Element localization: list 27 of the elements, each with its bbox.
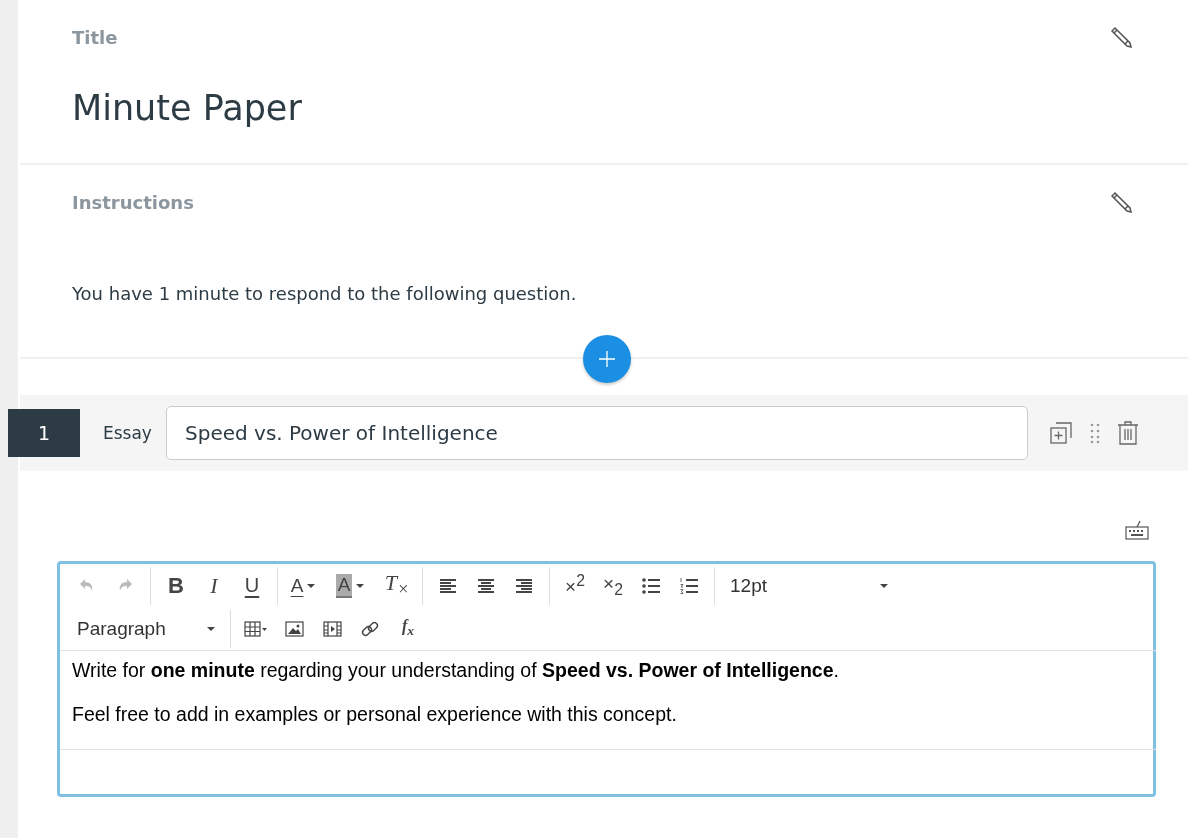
duplicate-icon[interactable] — [1048, 420, 1074, 446]
formula-button[interactable]: f$_{x}$ — [392, 612, 424, 645]
superscript-button[interactable]: ×$^{2}$ — [559, 569, 591, 602]
dropdown[interactable]: 12pt — [724, 569, 894, 602]
subscript-button[interactable]: ×$_{2}$ — [597, 569, 629, 602]
dropdown[interactable]: Paragraph — [71, 612, 221, 645]
question-number: 1 — [8, 409, 80, 457]
question-type: Essay — [103, 423, 153, 443]
bold-button[interactable]: B — [160, 569, 192, 602]
highlight-color-button[interactable]: A — [334, 569, 366, 602]
question-title-field[interactable]: Speed vs. Power of Intelligence — [166, 406, 1028, 460]
section-label: Title — [72, 26, 118, 48]
add-button[interactable] — [583, 335, 631, 383]
keyboard-icon[interactable] — [1125, 519, 1149, 541]
trash-icon[interactable] — [1116, 420, 1140, 446]
plus-icon — [598, 350, 616, 368]
clear-format-button[interactable]: T$_{×}$ — [381, 569, 413, 602]
editor-content[interactable]: Write for one minute regarding your understanding of Speed vs. Power of Intelligence. Feel free to add in examples or personal experience with this concept. — [60, 650, 1156, 750]
quiz-title: Minute Paper — [71, 87, 303, 130]
drag-handle-icon[interactable] — [1090, 422, 1100, 444]
instructions-text: You have 1 minute to respond to the following question. — [71, 282, 578, 306]
text-color-button[interactable]: A — [287, 569, 319, 602]
italic-button[interactable]: I — [198, 569, 230, 602]
section-label: Instructions — [72, 191, 194, 213]
underline-button[interactable]: U — [236, 569, 268, 602]
pencil-icon[interactable] — [1108, 24, 1134, 50]
pencil-icon[interactable] — [1108, 189, 1134, 215]
